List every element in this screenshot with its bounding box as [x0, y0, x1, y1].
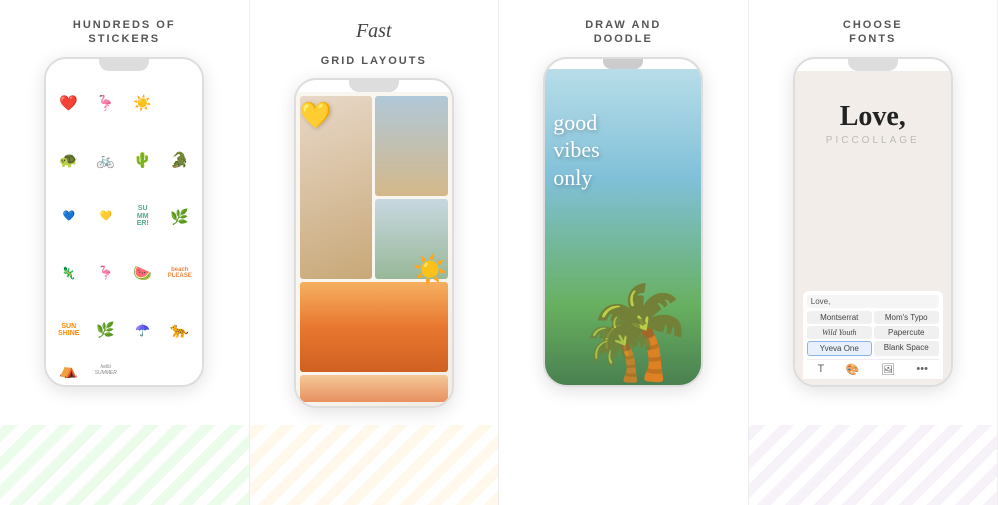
- stickers-content: ❤️ 🦩 ☀️ 🐢 🚲 🌵 🐊 💙 💛 SUMMER! 🌿 🦎 🦩: [46, 71, 202, 385]
- panel-title-grid: Fast GRID LAYOUTS: [321, 18, 427, 68]
- color-tool-icon[interactable]: 🎨: [846, 363, 860, 376]
- sticker-tipi: ⛺: [52, 361, 85, 379]
- phone-mockup-fonts: Love, PICCOLLAGE Love, Montserrat Mom's …: [793, 57, 953, 387]
- piccollage-brand: PICCOLLAGE: [826, 135, 920, 146]
- font-input[interactable]: Love,: [807, 295, 939, 308]
- sun-sticker: ☀️: [413, 253, 448, 286]
- grid-title-script: Fast: [321, 18, 427, 44]
- sticker-leaf: 🌿: [163, 190, 196, 243]
- fonts-content: Love, PICCOLLAGE Love, Montserrat Mom's …: [795, 71, 951, 385]
- font-montserrat[interactable]: Montserrat: [807, 311, 872, 324]
- font-wild-youth[interactable]: Wild Youth: [807, 326, 872, 339]
- phone-frame-grid: 💛 ☀️: [294, 78, 454, 408]
- sticker-sunshine: SUNSHINE: [52, 304, 85, 357]
- phone-frame: ❤️ 🦩 ☀️ 🐢 🚲 🌵 🐊 💙 💛 SUMMER! 🌿 🦎 🦩: [44, 57, 204, 387]
- stripe-decoration4: [749, 425, 998, 505]
- phone-frame-doodle: 🌴 🌴 goodvibesonly: [543, 57, 703, 387]
- photo-festival: [300, 375, 448, 402]
- doodle-panel: DRAW AND DOODLE 🌴 🌴 goodvibesonly: [499, 0, 749, 505]
- sticker-dino: 🦎: [52, 247, 85, 300]
- sticker-watermelon: 🍉: [126, 247, 159, 300]
- stripe-decoration2: [250, 425, 499, 505]
- phone-screen-doodle: 🌴 🌴 goodvibesonly: [545, 69, 701, 385]
- grid-panel: Fast GRID LAYOUTS 💛 ☀️: [250, 0, 500, 505]
- font-grid: Montserrat Mom's Typo Wild Youth Papercu…: [807, 311, 939, 356]
- phone-mockup-grid: 💛 ☀️: [294, 78, 454, 408]
- sticker-heart3: 💛: [89, 190, 122, 243]
- stickers-panel: HUNDREDS OF STICKERS ❤️ 🦩 ☀️ 🐢 🚲 🌵 🐊: [0, 0, 250, 505]
- sticker-plant: 🌿: [89, 304, 122, 357]
- font-papercute[interactable]: Papercute: [874, 326, 939, 339]
- panel-title-doodle: DRAW AND DOODLE: [585, 18, 661, 47]
- love-text: Love,: [840, 101, 906, 133]
- phone-screen-stickers: ❤️ 🦩 ☀️ 🐢 🚲 🌵 🐊 💙 💛 SUMMER! 🌿 🦎 🦩: [46, 71, 202, 385]
- doodle-content: 🌴 🌴 goodvibesonly: [545, 69, 701, 385]
- sticker-sun: ☀️: [126, 77, 159, 130]
- phone-notch-grid: [349, 80, 399, 92]
- sticker-summer: SUMMER!: [126, 190, 159, 243]
- phone-mockup-doodle: 🌴 🌴 goodvibesonly: [543, 57, 703, 387]
- sticker-turtle: 🐢: [52, 133, 85, 186]
- font-yveva-one[interactable]: Yveva One: [807, 341, 872, 356]
- sticker-heart: ❤️: [52, 77, 85, 130]
- phone-screen-fonts: Love, PICCOLLAGE Love, Montserrat Mom's …: [795, 71, 951, 385]
- grid-content: 💛 ☀️: [296, 92, 452, 406]
- sticker-beach: beachPLEASE: [163, 247, 196, 300]
- phone-notch: [99, 59, 149, 71]
- more-tool-icon[interactable]: •••: [916, 363, 928, 376]
- sticker-teal: 🐊: [163, 133, 196, 186]
- font-moms-typo[interactable]: Mom's Typo: [874, 311, 939, 324]
- photo-beach: [375, 96, 448, 196]
- phone-frame-fonts: Love, PICCOLLAGE Love, Montserrat Mom's …: [793, 57, 953, 387]
- phone-notch-fonts: [848, 59, 898, 71]
- panel-title-fonts: CHOOSE FONTS: [843, 18, 903, 47]
- stripe-decoration: [0, 425, 249, 505]
- sticker-umbrella: ☂️: [126, 304, 159, 357]
- fonts-panel: CHOOSE FONTS Love, PICCOLLAGE Love, Mont…: [749, 0, 998, 505]
- phone-notch-doodle: [603, 59, 643, 69]
- sticker-empty: [163, 77, 196, 130]
- font-toolbar: T 🎨 🖼 •••: [807, 359, 939, 379]
- text-tool-icon[interactable]: T: [818, 363, 825, 376]
- panel-title-stickers: HUNDREDS OF STICKERS: [73, 18, 176, 47]
- doodle-overlay-text: goodvibesonly: [553, 109, 599, 192]
- sticker-flamingo2: 🦩: [89, 247, 122, 300]
- font-picker[interactable]: Love, Montserrat Mom's Typo Wild Youth P…: [803, 291, 943, 379]
- font-blank-space[interactable]: Blank Space: [874, 341, 939, 356]
- palm-tree-left: 🌴: [580, 309, 661, 385]
- phone-mockup-stickers: ❤️ 🦩 ☀️ 🐢 🚲 🌵 🐊 💙 💛 SUMMER! 🌿 🦎 🦩: [44, 57, 204, 387]
- sticker-cactus: 🌵: [126, 133, 159, 186]
- sticker-bike: 🚲: [89, 133, 122, 186]
- sticker-flamingo: 🦩: [89, 77, 122, 130]
- sticker-hello: helloSUMMER: [89, 361, 122, 379]
- sticker-grid: ❤️ 🦩 ☀️ 🐢 🚲 🌵 🐊 💙 💛 SUMMER! 🌿 🦎 🦩: [46, 71, 202, 385]
- phone-screen-grid: 💛 ☀️: [296, 92, 452, 406]
- sticker-heart2: 💙: [52, 190, 85, 243]
- sticker-leopard: 🐆: [163, 304, 196, 357]
- gold-heart-sticker: 💛: [300, 100, 332, 346]
- image-tool-icon[interactable]: 🖼: [881, 363, 895, 376]
